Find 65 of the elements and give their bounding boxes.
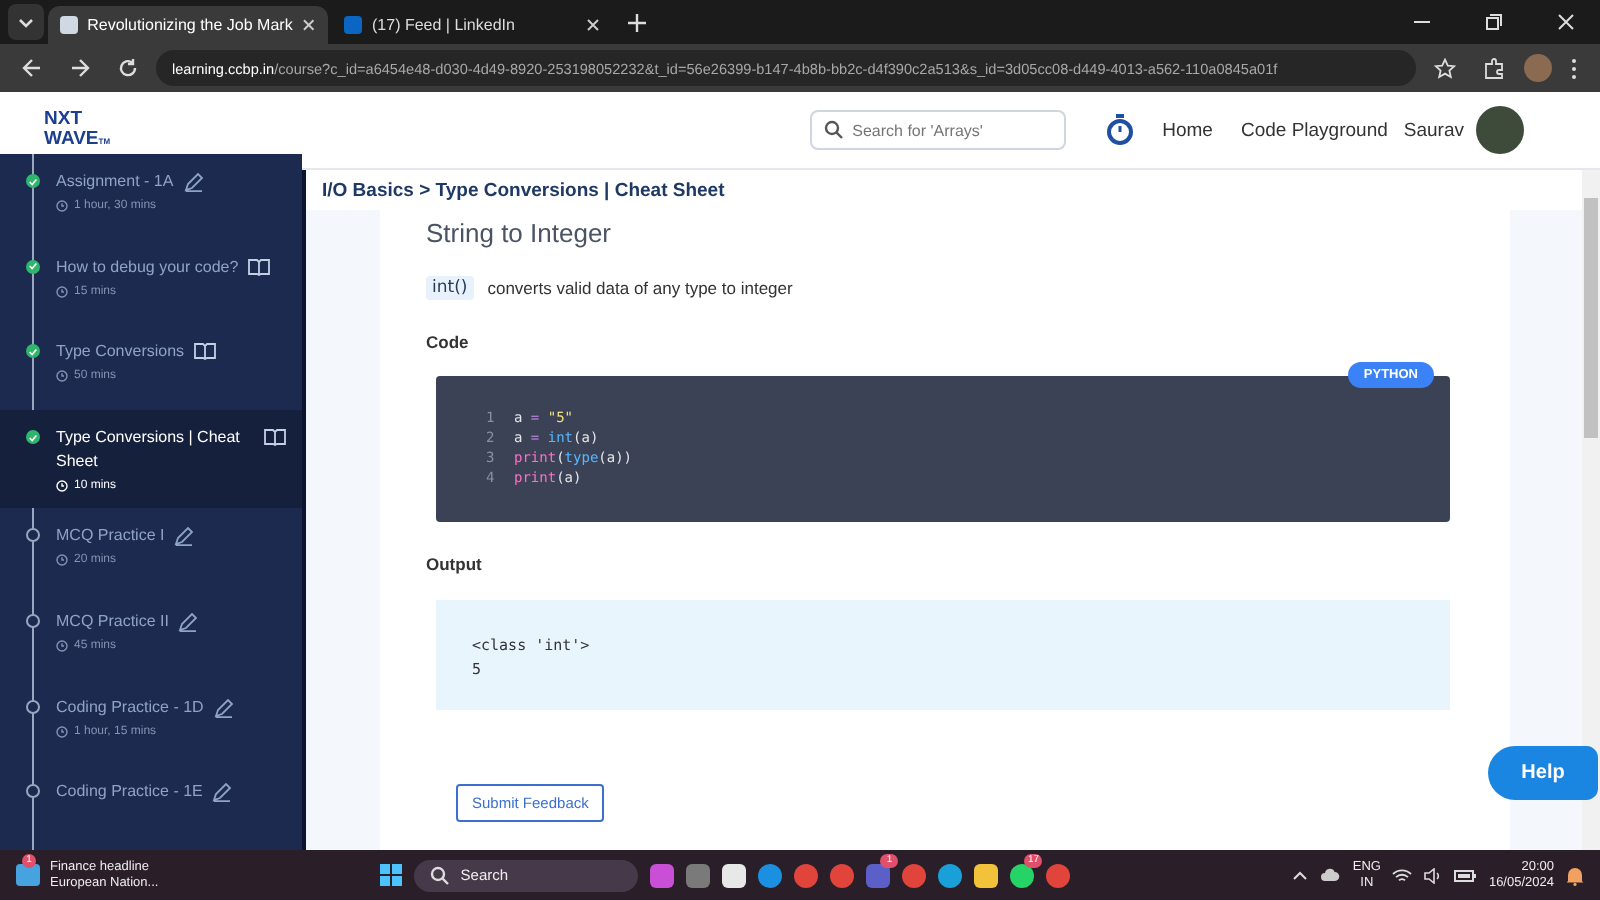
output-label: Output (426, 554, 484, 574)
pencil-icon (183, 172, 204, 192)
book-icon (264, 428, 286, 447)
wifi-icon[interactable] (1392, 867, 1413, 883)
back-icon[interactable] (22, 58, 42, 78)
app-icon[interactable] (1010, 863, 1035, 887)
app-icon[interactable] (974, 863, 999, 887)
clock-icon (56, 725, 68, 738)
star-icon[interactable] (1434, 57, 1456, 79)
search-icon (824, 120, 845, 140)
linkedin-icon (344, 16, 362, 34)
cloud-icon[interactable] (1320, 868, 1341, 882)
browser-tab[interactable]: Revolutionizing the Job Mark (48, 6, 328, 44)
clock-icon (56, 554, 68, 567)
item-title: Type Conversions (56, 340, 185, 365)
book-icon (194, 342, 217, 361)
chevron-down-icon[interactable] (8, 4, 44, 40)
inline-code: int() (426, 276, 474, 300)
pencil-icon (174, 526, 195, 547)
pencil-icon (213, 697, 234, 718)
item-title: MCQ Practice I (56, 524, 165, 549)
close-icon[interactable] (1558, 14, 1574, 30)
forward-icon[interactable] (70, 58, 90, 78)
close-icon[interactable] (586, 18, 600, 32)
nav-link[interactable]: Code Playground (1240, 119, 1388, 141)
section-heading: String to Integer (426, 218, 613, 248)
browser-tab[interactable]: (17) Feed | LinkedIn (332, 6, 612, 44)
bell-icon[interactable] (1566, 865, 1584, 885)
plus-icon[interactable] (628, 13, 646, 31)
clock-icon (56, 480, 68, 493)
chevron-up-icon[interactable] (1292, 870, 1309, 880)
clock-icon (56, 639, 68, 652)
battery-icon[interactable] (1454, 869, 1477, 881)
pencil-icon (212, 782, 233, 803)
pencil-icon (178, 611, 199, 632)
app-icon[interactable] (938, 863, 963, 887)
item-title: Coding Practice - 1E (56, 780, 203, 805)
puzzle-icon[interactable] (1484, 57, 1506, 79)
search-icon (430, 865, 451, 885)
item-title: Assignment - 1A (56, 170, 174, 194)
windows-icon[interactable] (380, 864, 403, 886)
scrollbar[interactable] (1582, 170, 1600, 850)
speaker-icon[interactable] (1424, 867, 1443, 883)
stopwatch-icon[interactable] (1106, 114, 1135, 146)
close-icon[interactable] (302, 18, 316, 32)
sidebar-item[interactable]: Coding Practice - 1E (0, 764, 302, 850)
reload-icon[interactable] (118, 58, 138, 78)
restore-icon[interactable] (1486, 14, 1502, 30)
search-field[interactable]: Search for 'Arrays' (810, 110, 1067, 150)
nav-link[interactable]: Home (1162, 119, 1213, 141)
app-icon[interactable] (722, 863, 747, 887)
description-text: converts valid data of any type to integer (487, 278, 793, 298)
menu-icon[interactable] (1570, 57, 1578, 79)
help-button[interactable]: Help (1488, 746, 1598, 800)
user-name[interactable]: Saurav (1403, 119, 1464, 141)
item-title: Type Conversions | Cheat Sheet (56, 426, 242, 475)
item-title: How to debug your code? (56, 255, 239, 280)
item-title: Coding Practice - 1D (56, 695, 204, 720)
clock-icon (56, 200, 68, 212)
code-label: Code (426, 332, 471, 352)
user-avatar[interactable] (1476, 106, 1524, 154)
book-icon (248, 257, 271, 276)
item-title: MCQ Practice II (56, 609, 169, 634)
clock-icon (56, 370, 68, 383)
clock-icon (56, 285, 68, 298)
